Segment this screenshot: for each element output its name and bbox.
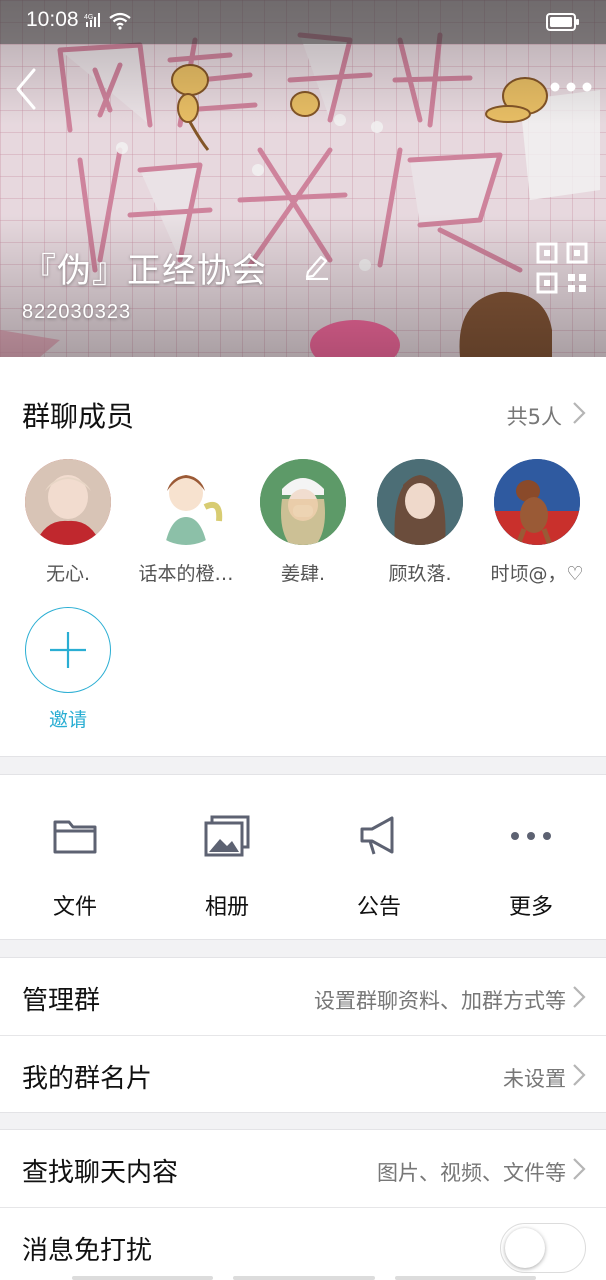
status-time: 10:08 — [26, 8, 79, 31]
chevron-right-icon — [573, 1064, 586, 1086]
avatar-image — [25, 459, 111, 545]
member-item[interactable]: 无心. — [3, 459, 133, 586]
album-action[interactable]: 相册 — [172, 813, 282, 921]
avatar — [260, 459, 346, 545]
more-action[interactable]: 更多 — [476, 813, 586, 921]
gesture-bar — [72, 1276, 536, 1280]
members-title: 群聊成员 — [22, 400, 135, 433]
plus-icon — [49, 631, 86, 668]
megaphone-icon — [360, 816, 394, 855]
network-type: 4G — [84, 14, 93, 21]
avatar-image — [494, 459, 580, 545]
member-item[interactable]: 姜肆. — [238, 459, 368, 586]
avatar — [494, 459, 580, 545]
members-section: 群聊成员 共5人 无心. 话本的橙… 姜肆. 顾玖落. 时顷@，♡ 邀请 — [0, 357, 606, 756]
mute-notifications-row: 消息免打扰 — [0, 1208, 606, 1280]
row-value: 设置群聊资料、加群方式等 — [314, 989, 566, 1013]
member-name: 无心. — [45, 563, 91, 585]
avatar-image — [143, 459, 229, 545]
mute-toggle[interactable] — [500, 1223, 586, 1273]
qr-code-icon — [536, 242, 588, 294]
chevron-right-icon — [573, 1158, 586, 1180]
search-chat-row[interactable]: 查找聊天内容 图片、视频、文件等 — [0, 1130, 606, 1207]
row-title: 消息免打扰 — [22, 1236, 153, 1266]
folder-icon — [53, 820, 97, 854]
more-horizontal-icon — [511, 832, 551, 840]
announcement-label: 公告 — [356, 895, 401, 920]
status-bar: 10:08 4G — [0, 0, 606, 44]
manage-group-row[interactable]: 管理群 设置群聊资料、加群方式等 — [0, 958, 606, 1035]
quick-actions: 文件 相册 公告 更多 — [0, 775, 606, 939]
row-title: 查找聊天内容 — [22, 1158, 179, 1188]
my-group-card-row[interactable]: 我的群名片 未设置 — [0, 1036, 606, 1113]
files-label: 文件 — [52, 895, 97, 920]
member-item[interactable]: 话本的橙… — [121, 459, 251, 586]
section-gap — [0, 756, 606, 775]
qr-code-button[interactable] — [536, 242, 588, 294]
more-label: 更多 — [508, 895, 553, 920]
avatar — [143, 459, 229, 545]
wifi-icon — [109, 12, 131, 30]
member-name: 姜肆. — [280, 563, 326, 585]
invite-label: 邀请 — [48, 709, 87, 731]
member-item[interactable]: 顾玖落. — [355, 459, 485, 586]
chevron-right-icon — [573, 986, 586, 1008]
member-name: 话本的橙… — [138, 563, 234, 585]
battery-icon — [546, 13, 579, 31]
invite-circle — [25, 607, 111, 693]
album-label: 相册 — [204, 895, 249, 920]
member-name: 顾玖落. — [388, 563, 452, 585]
row-title: 我的群名片 — [22, 1064, 153, 1094]
member-name: 时顷@，♡ — [490, 563, 584, 585]
back-arrow-icon — [16, 68, 36, 110]
edit-pencil-icon[interactable] — [304, 252, 330, 280]
announcement-action[interactable]: 公告 — [324, 813, 434, 921]
row-value: 未设置 — [503, 1067, 566, 1091]
back-button[interactable] — [8, 64, 48, 114]
section-gap — [0, 1112, 606, 1130]
group-name[interactable]: 『伪』正经协会 — [22, 243, 267, 292]
files-action[interactable]: 文件 — [20, 813, 130, 921]
section-gap — [0, 939, 606, 958]
cellular-signal-icon: 4G — [84, 13, 100, 27]
member-item[interactable]: 时顷@，♡ — [472, 459, 602, 586]
avatar-image — [377, 459, 463, 545]
avatar — [25, 459, 111, 545]
group-id: 822030323 — [22, 301, 132, 323]
more-options-button[interactable] — [546, 72, 596, 102]
members-count[interactable]: 共5人 — [507, 401, 562, 431]
row-title: 管理群 — [22, 986, 101, 1016]
row-value: 图片、视频、文件等 — [377, 1161, 566, 1185]
photo-album-icon — [204, 815, 250, 857]
more-dots-icon — [550, 82, 592, 92]
avatar — [377, 459, 463, 545]
avatar-image — [260, 459, 346, 545]
toggle-knob — [505, 1228, 545, 1268]
chevron-right-icon[interactable] — [572, 401, 586, 425]
invite-button[interactable]: 邀请 — [24, 607, 112, 732]
